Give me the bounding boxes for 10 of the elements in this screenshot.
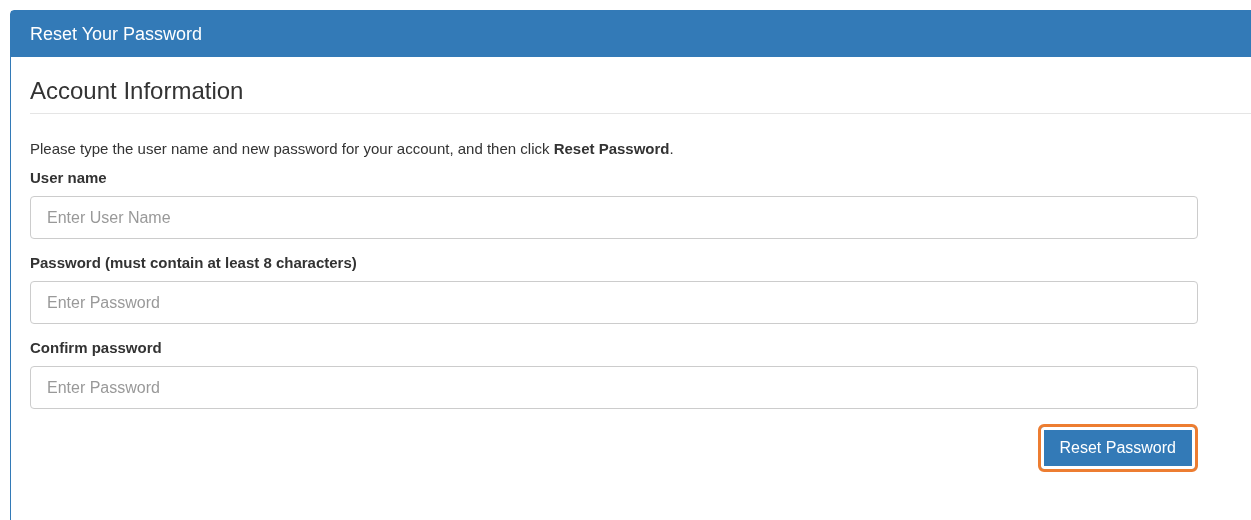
input-field[interactable]: Enter Password <box>30 281 1198 324</box>
field-label: Password (must contain at least 8 characters) <box>30 254 357 271</box>
panel-title: Reset Your Password <box>30 23 203 45</box>
instructions: Please type the user name and new password for your account, and then click Reset Password. <box>30 140 675 157</box>
reset-password-button[interactable]: Reset Password <box>1037 424 1198 472</box>
input-field[interactable]: Enter Password <box>30 366 1198 409</box>
field-label: User name <box>30 169 107 186</box>
section-heading: Account Information <box>30 77 1251 114</box>
field-label: Confirm password <box>30 339 162 356</box>
input-field[interactable]: Enter User Name <box>30 196 1198 239</box>
